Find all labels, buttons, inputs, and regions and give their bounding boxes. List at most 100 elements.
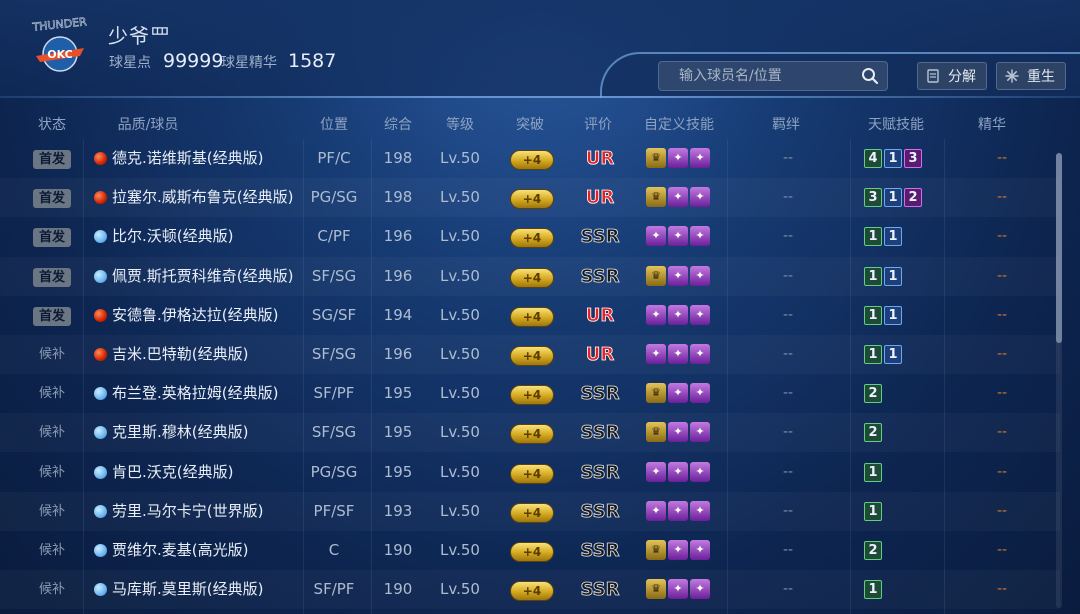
table-row[interactable]: 候补 克里斯.穆林(经典版) SF/SG 195 Lv.50 +4 SSR ♛ ✦ ✦ -- 2 -- (0, 413, 1060, 452)
skill-icon[interactable]: ✦ (668, 383, 688, 403)
skill-icon[interactable]: ✦ (668, 422, 688, 442)
skill-icon[interactable]: ✦ (690, 540, 710, 560)
quality-dot-icon (94, 348, 107, 361)
skill-icon[interactable]: ✦ (668, 148, 688, 168)
skill-icon[interactable]: ✦ (690, 344, 710, 364)
crown-skill-icon[interactable]: ♛ (646, 187, 666, 207)
skill-icon[interactable]: ✦ (646, 226, 666, 246)
status-badge: 候补 (38, 465, 65, 480)
search-input[interactable] (659, 62, 849, 90)
skill-icon[interactable]: ✦ (668, 305, 688, 325)
player-name-cell[interactable]: 克里斯.穆林(经典版) (112, 413, 248, 452)
skill-icon[interactable]: ✦ (690, 226, 710, 246)
table-row[interactable]: 候补 贾维尔.麦基(高光版) C 190 Lv.50 +4 SSR ♛ ✦ ✦ -- 2 -- (0, 531, 1060, 570)
crown-skill-icon[interactable]: ♛ (646, 579, 666, 599)
table-row[interactable]: 首发 比尔.沃顿(经典版) C/PF 196 Lv.50 +4 SSR ✦ ✦ ✦ -- 1 1 -- (0, 217, 1060, 256)
level-cell: Lv.50 (440, 188, 480, 206)
level-cell: Lv.50 (440, 384, 480, 402)
crown-skill-icon[interactable]: ♛ (646, 266, 666, 286)
skill-icon[interactable]: ✦ (668, 462, 688, 482)
skill-icon[interactable]: ✦ (668, 344, 688, 364)
skill-icon[interactable]: ✦ (646, 462, 666, 482)
skill-icon[interactable]: ✦ (690, 462, 710, 482)
decompose-button[interactable]: 分解 (917, 62, 987, 90)
custom-skills: ♛ ✦ ✦ (646, 579, 710, 600)
skill-icon[interactable]: ✦ (690, 266, 710, 286)
crown-skill-icon[interactable]: ♛ (646, 422, 666, 442)
search-box[interactable] (658, 61, 888, 91)
skill-icon[interactable]: ✦ (690, 422, 710, 442)
position-cell: PF/SF (313, 502, 355, 520)
player-name-cell[interactable]: 佩贾.斯托贾科维奇(经典版) (112, 257, 293, 296)
skill-icon[interactable]: ✦ (668, 187, 688, 207)
quality-dot-icon (94, 309, 107, 322)
player-name-cell[interactable]: 劳里.马尔卡宁(世界版) (112, 492, 263, 531)
talent-skills: 11 (864, 227, 902, 246)
table-row[interactable]: 候补 劳里.马尔卡宁(世界版) PF/SF 193 Lv.50 +4 SSR ✦ ✦ ✦ -- 1 -- (0, 492, 1060, 531)
custom-skills: ♛ ✦ ✦ (646, 148, 710, 169)
rating-badge: SSR (580, 266, 620, 288)
table-row[interactable]: 首发 德克.诺维斯基(经典版) PF/C 198 Lv.50 +4 UR ♛ ✦ ✦ -- 4 1 3 -- (0, 139, 1060, 178)
quality-dot-icon (94, 544, 107, 557)
crown-skill-icon[interactable]: ♛ (646, 148, 666, 168)
rebirth-icon (1005, 69, 1019, 83)
player-name-cell[interactable]: 拉塞尔.威斯布鲁克(经典版) (112, 178, 293, 217)
col-player: 品质/球员 (117, 117, 179, 133)
bond-cell: -- (782, 189, 794, 205)
decompose-icon (927, 69, 939, 83)
quality-dot-icon (94, 152, 107, 165)
table-row[interactable]: 首发 拉塞尔.威斯布鲁克(经典版) PG/SG 198 Lv.50 +4 UR ♛ ✦ ✦ -- 3 1… (0, 178, 1060, 217)
table-row[interactable]: 候补 吉米.巴特勒(经典版) SF/SG 196 Lv.50 +4 UR ✦ ✦ ✦ -- 1 1 -- (0, 335, 1060, 374)
table-row[interactable]: 首发 安德鲁.伊格达拉(经典版) SG/SF 194 Lv.50 +4 UR ✦ ✦ ✦ -- 1 1-… (0, 296, 1060, 335)
skill-icon[interactable]: ✦ (668, 540, 688, 560)
position-cell: PG/SG (310, 463, 358, 481)
breakthrough-badge: +4 (510, 307, 554, 327)
col-talent-skills: 天赋技能 (868, 117, 924, 133)
crown-skill-icon[interactable]: ♛ (646, 540, 666, 560)
skill-icon[interactable]: ✦ (668, 501, 688, 521)
rebirth-button[interactable]: 重生 (996, 62, 1066, 90)
table-row[interactable]: 候补 马库斯.莫里斯(经典版) SF/PF 190 Lv.50 +4 SSR ♛ ✦ ✦ -- 1 -- (0, 570, 1060, 609)
col-status: 状态 (38, 117, 66, 133)
quality-dot-icon (94, 505, 107, 518)
skill-icon[interactable]: ✦ (668, 266, 688, 286)
col-rating: 评价 (584, 117, 612, 133)
skill-icon[interactable]: ✦ (690, 148, 710, 168)
skill-icon[interactable]: ✦ (690, 383, 710, 403)
player-name-cell[interactable]: 马库斯.莫里斯(经典版) (112, 570, 263, 609)
talent-skills: 2 (864, 423, 882, 442)
player-name-cell[interactable]: 德克.诺维斯基(经典版) (112, 139, 263, 178)
status-badge: 首发 (33, 228, 71, 247)
skill-icon[interactable]: ✦ (668, 579, 688, 599)
talent-badge: 1 (864, 502, 882, 521)
skill-icon[interactable]: ✦ (690, 501, 710, 521)
custom-skills: ✦ ✦ ✦ (646, 501, 710, 522)
player-name-cell[interactable]: 比尔.沃顿(经典版) (112, 217, 233, 256)
search-icon[interactable] (861, 67, 879, 85)
skill-icon[interactable]: ✦ (668, 226, 688, 246)
skill-icon[interactable]: ✦ (690, 305, 710, 325)
col-level: 等级 (446, 117, 474, 133)
skill-icon[interactable]: ✦ (646, 305, 666, 325)
team-logo-icon: THUNDER OKC (31, 15, 88, 72)
skill-icon[interactable]: ✦ (646, 344, 666, 364)
level-cell: Lv.50 (440, 306, 480, 324)
overall-cell: 190 (383, 541, 413, 559)
player-name-cell[interactable]: 安德鲁.伊格达拉(经典版) (112, 296, 278, 335)
player-name-cell[interactable]: 吉米.巴特勒(经典版) (112, 335, 248, 374)
table-row[interactable]: 候补 肯巴.沃克(经典版) PG/SG 195 Lv.50 +4 SSR ✦ ✦ ✦ -- 1 -- (0, 453, 1060, 492)
skill-icon[interactable]: ✦ (690, 579, 710, 599)
decompose-label: 分解 (948, 69, 976, 85)
player-name-cell[interactable]: 肯巴.沃克(经典版) (112, 453, 233, 492)
skill-icon[interactable]: ✦ (690, 187, 710, 207)
table-row[interactable]: 候补 布兰登.英格拉姆(经典版) SF/PF 195 Lv.50 +4 SSR ♛ ✦ ✦ -- 2-… (0, 374, 1060, 413)
table-row[interactable]: 首发 佩贾.斯托贾科维奇(经典版) SF/SG 196 Lv.50 +4 SSR ♛ ✦ ✦ -- 1… (0, 257, 1060, 296)
scrollbar-thumb[interactable] (1056, 153, 1062, 343)
breakthrough-badge: +4 (510, 581, 554, 601)
points-label: 球星点 (109, 55, 151, 71)
crown-skill-icon[interactable]: ♛ (646, 383, 666, 403)
player-name-cell[interactable]: 贾维尔.麦基(高光版) (112, 531, 248, 570)
player-name-cell[interactable]: 布兰登.英格拉姆(经典版) (112, 374, 278, 413)
breakthrough-badge: +4 (510, 424, 554, 444)
skill-icon[interactable]: ✦ (646, 501, 666, 521)
